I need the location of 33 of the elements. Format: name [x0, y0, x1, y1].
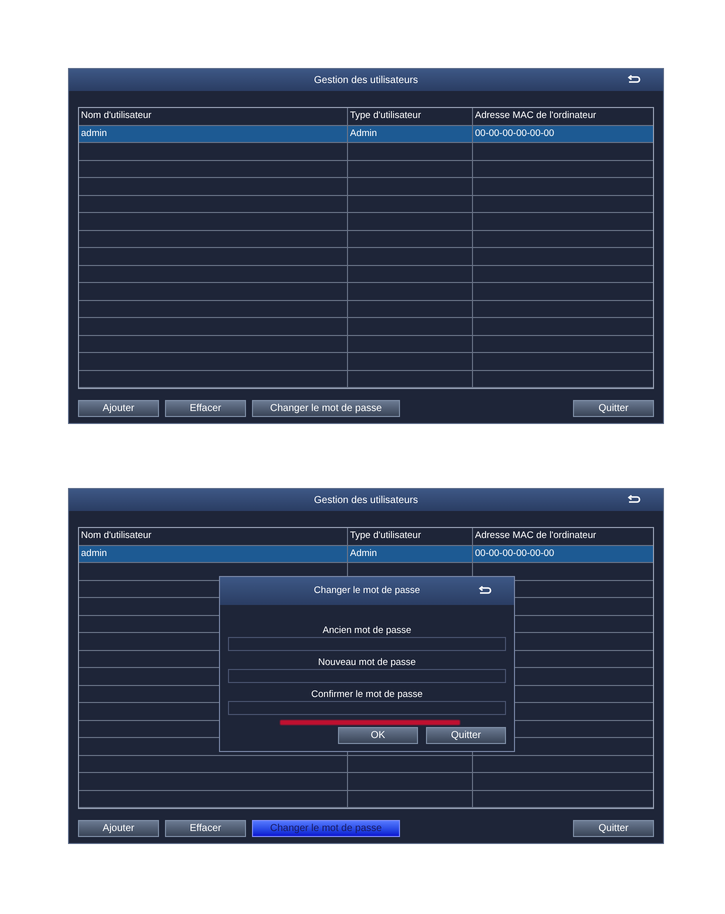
dialog-title: Changer le mot de passe	[314, 584, 420, 598]
column-header: Type d'utilisateur	[348, 108, 473, 124]
field-label: Ancien mot de passe	[322, 625, 412, 637]
ok-button[interactable]: OK	[338, 727, 418, 744]
back-icon[interactable]	[627, 75, 641, 85]
window-title: Gestion des utilisateurs	[314, 494, 418, 508]
column-header: Adresse MAC de l'ordinateur	[474, 529, 598, 544]
back-icon[interactable]	[478, 586, 492, 596]
column-header: Type d'utilisateur	[348, 528, 473, 544]
window-title: Gestion des utilisateurs	[314, 74, 418, 88]
quit-button[interactable]: Quitter	[573, 400, 654, 417]
action-button[interactable]: Effacer	[165, 400, 246, 417]
action-button[interactable]: Changer le mot de passe	[252, 400, 400, 417]
column-header: Adresse MAC de l'ordinateur	[474, 109, 598, 124]
table-cell: Admin	[348, 126, 473, 142]
table-cell: admin	[79, 546, 348, 562]
table-cell-text: 00-00-00-00-00-00	[474, 546, 556, 561]
back-icon[interactable]	[627, 495, 641, 505]
action-button[interactable]: Ajouter	[78, 400, 159, 417]
password-field[interactable]	[228, 701, 506, 715]
action-button[interactable]: Effacer	[165, 820, 246, 837]
action-button[interactable]: Ajouter	[78, 820, 159, 837]
field-label: Confirmer le mot de passe	[310, 689, 424, 701]
table-cell: Admin	[348, 546, 473, 562]
table-cell: admin	[79, 126, 348, 142]
field-label: Nouveau mot de passe	[317, 657, 417, 669]
column-header: Nom d'utilisateur	[79, 108, 348, 124]
password-field[interactable]	[228, 637, 506, 651]
table-cell-text: 00-00-00-00-00-00	[474, 126, 556, 141]
quit-button[interactable]: Quitter	[426, 727, 506, 744]
column-header: Nom d'utilisateur	[79, 528, 348, 544]
password-field[interactable]	[228, 669, 506, 683]
quit-button[interactable]: Quitter	[573, 820, 654, 837]
